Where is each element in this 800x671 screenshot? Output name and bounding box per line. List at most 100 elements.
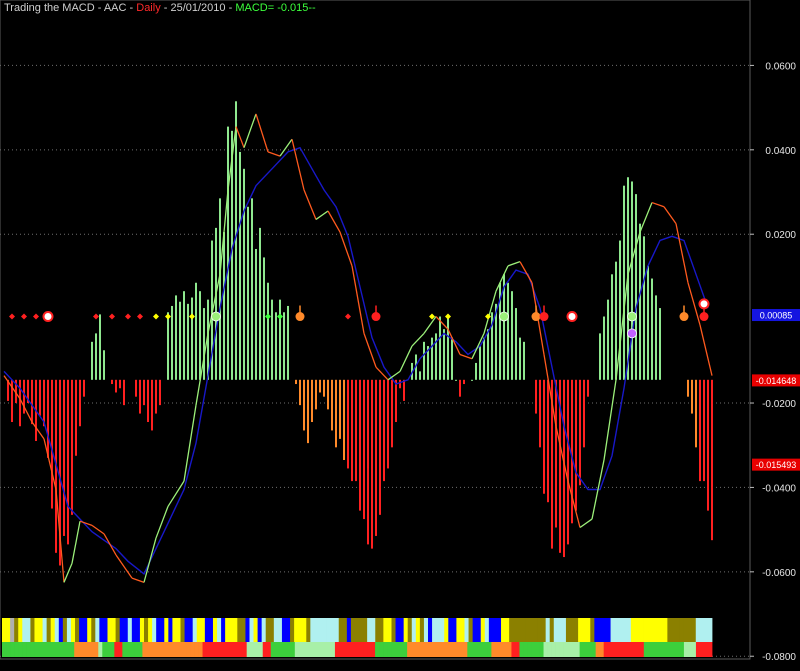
strip-cell bbox=[46, 618, 52, 642]
strip-cell bbox=[6, 642, 11, 657]
strip-cell bbox=[322, 618, 327, 642]
strip-cell bbox=[525, 618, 530, 642]
strip-cell bbox=[432, 618, 437, 642]
strip-cell bbox=[567, 642, 572, 657]
strip-cell bbox=[667, 642, 673, 657]
histogram-bar bbox=[487, 329, 489, 380]
strip-cell bbox=[395, 642, 400, 657]
strip-cell bbox=[618, 618, 624, 642]
histogram-bar bbox=[699, 379, 701, 482]
histogram-bar bbox=[271, 299, 273, 380]
strip-cell bbox=[651, 642, 657, 657]
histogram-bar bbox=[359, 379, 361, 511]
strip-cell bbox=[350, 618, 356, 642]
strip-cell bbox=[683, 618, 689, 642]
macd-line-segment bbox=[495, 265, 509, 292]
strip-cell bbox=[42, 618, 48, 642]
strip-cell bbox=[545, 618, 551, 642]
histogram-bar bbox=[51, 379, 53, 509]
strip-cell bbox=[346, 642, 352, 657]
strip-cell bbox=[452, 618, 457, 642]
strip-cell bbox=[229, 618, 234, 642]
macd-line-segment bbox=[411, 332, 425, 347]
histogram-bar bbox=[155, 379, 157, 414]
histogram-bar bbox=[631, 181, 633, 380]
strip-cell bbox=[346, 618, 352, 642]
strip-cell bbox=[196, 618, 202, 642]
strip-cell bbox=[50, 618, 56, 642]
histogram-bar bbox=[635, 194, 637, 380]
strip-cell bbox=[539, 642, 544, 657]
strip-cell bbox=[391, 642, 396, 657]
strip-cell bbox=[290, 642, 296, 657]
macd-line-segment bbox=[651, 201, 665, 208]
strip-cell bbox=[90, 642, 95, 657]
histogram-bar bbox=[263, 257, 265, 380]
histogram-bar bbox=[371, 379, 373, 549]
strip-cell bbox=[574, 618, 579, 642]
macd-line-segment bbox=[447, 328, 461, 355]
strip-cell bbox=[131, 618, 137, 642]
macd-line-segment bbox=[423, 316, 437, 334]
strip-cell bbox=[94, 642, 99, 657]
strip-cell bbox=[258, 642, 264, 657]
histogram-bar bbox=[455, 379, 457, 381]
strip-cell bbox=[123, 618, 129, 642]
strip-cell bbox=[91, 618, 96, 642]
strip-cell bbox=[359, 642, 364, 657]
strip-cell bbox=[22, 642, 27, 657]
strip-cell bbox=[99, 618, 104, 642]
strip-cell bbox=[428, 618, 433, 642]
signal-diamond bbox=[485, 313, 491, 320]
histogram-bar bbox=[339, 379, 341, 439]
histogram-bar bbox=[195, 282, 197, 380]
histogram-bar bbox=[171, 305, 173, 380]
histogram-bar bbox=[475, 362, 477, 380]
strip-cell bbox=[687, 618, 693, 642]
strip-cell bbox=[659, 642, 665, 657]
y-tick-label: -0.0200 bbox=[762, 399, 796, 410]
histogram-bar bbox=[71, 379, 73, 515]
strip-cell bbox=[286, 618, 291, 642]
strip-cell bbox=[529, 618, 534, 642]
histogram-bar bbox=[695, 379, 697, 448]
strip-cell bbox=[83, 618, 88, 642]
y-tick-label: 0.0400 bbox=[765, 146, 796, 157]
strip-cell bbox=[225, 618, 230, 642]
histogram-bar bbox=[91, 341, 93, 380]
strip-cell bbox=[208, 618, 214, 642]
strip-cell bbox=[70, 642, 75, 657]
strip-cell bbox=[103, 618, 108, 642]
strip-cell bbox=[314, 618, 319, 642]
macd-line-segment bbox=[195, 333, 209, 406]
histogram-bar bbox=[483, 337, 485, 380]
strip-cell bbox=[134, 642, 139, 657]
strip-cell bbox=[647, 618, 652, 642]
strip-cell bbox=[62, 642, 67, 657]
value-badge-label: 0.00085 bbox=[760, 311, 793, 321]
strip-cell bbox=[431, 642, 436, 657]
strip-cell bbox=[537, 618, 542, 642]
strip-cell bbox=[158, 642, 163, 657]
strip-cell bbox=[290, 618, 295, 642]
strip-cell bbox=[511, 642, 516, 657]
value-badge-label: -0.015493 bbox=[756, 460, 797, 470]
strip-cell bbox=[675, 642, 681, 657]
histogram-bar bbox=[399, 379, 401, 389]
strip-cell bbox=[330, 642, 336, 657]
strip-cell bbox=[487, 642, 492, 657]
strip-cell bbox=[555, 642, 560, 657]
strip-cell bbox=[439, 642, 444, 657]
histogram-bar bbox=[63, 379, 65, 536]
strip-cell bbox=[423, 618, 429, 642]
strip-cell bbox=[18, 618, 23, 642]
strip-cell bbox=[444, 618, 449, 642]
histogram-bar bbox=[67, 379, 69, 545]
strip-cell bbox=[467, 642, 472, 657]
macd-line-segment bbox=[471, 333, 485, 359]
strip-cell bbox=[679, 642, 685, 657]
value-badges: 0.00085 -0.014648 -0.015493 bbox=[752, 309, 800, 471]
strip-cell bbox=[611, 642, 617, 657]
strip-cell bbox=[22, 618, 27, 642]
histogram-bar bbox=[307, 379, 309, 444]
